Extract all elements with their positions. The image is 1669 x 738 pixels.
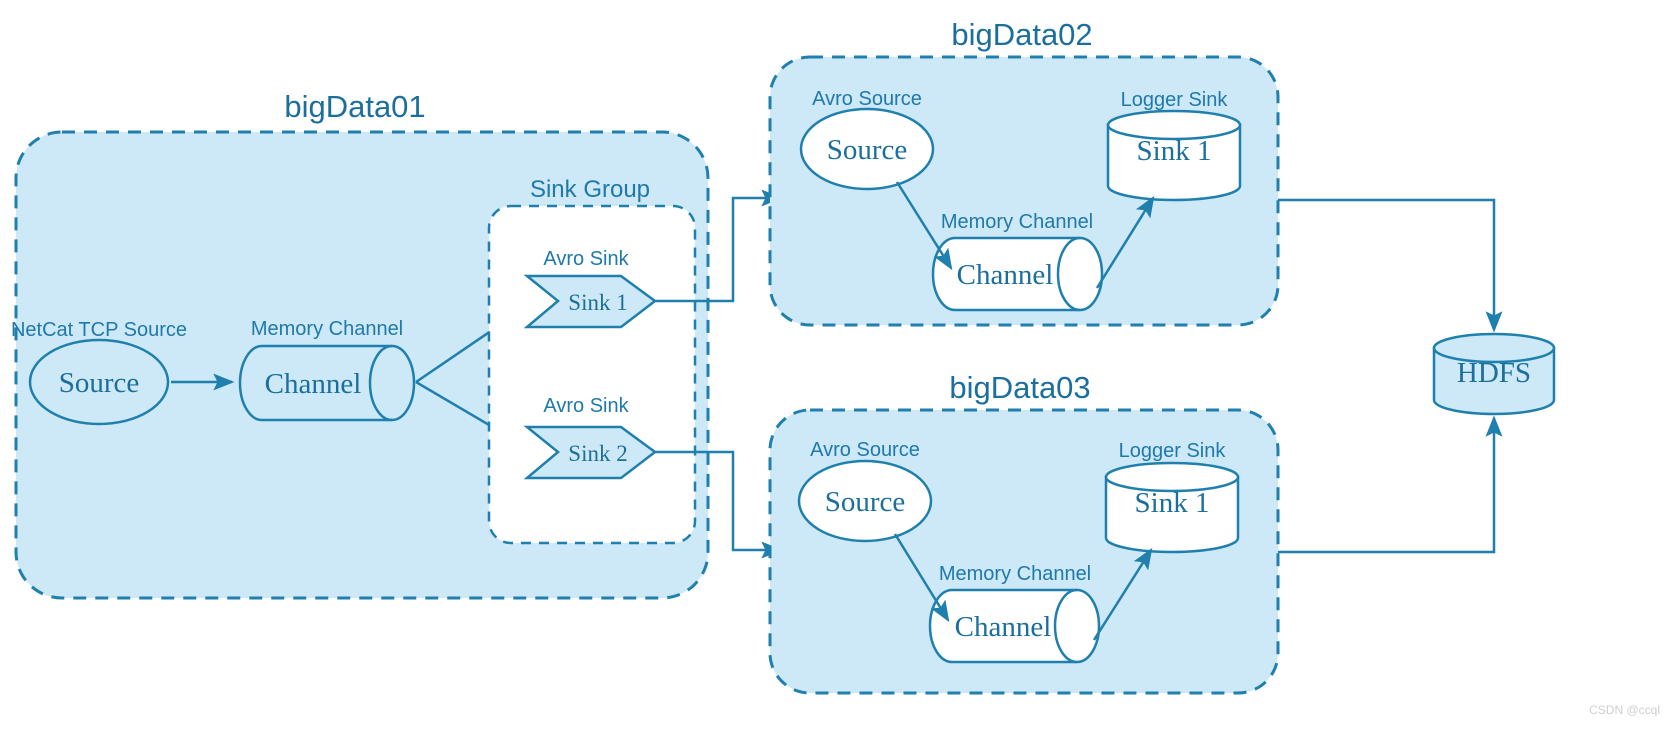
host1-channel-label: Channel bbox=[265, 368, 362, 400]
host3-source-label: Source bbox=[825, 486, 906, 518]
host2-channel-label: Channel bbox=[957, 259, 1054, 291]
host-bigdata02-group: bigData02 Avro Source Source Memory Chan… bbox=[768, 17, 1280, 327]
arrow-host3-to-hdfs bbox=[1278, 415, 1503, 554]
host-bigdata01-group: bigData01 NetCat TCP Source Source Memor… bbox=[11, 89, 710, 600]
host3-source-caption: Avro Source bbox=[810, 439, 920, 461]
host3-sink-label: Sink 1 bbox=[1135, 487, 1210, 519]
diagram-canvas: bigData01 NetCat TCP Source Source Memor… bbox=[0, 0, 1669, 738]
hdfs-label: HDFS bbox=[1457, 357, 1531, 389]
host2-channel-caption: Memory Channel bbox=[941, 211, 1093, 233]
host-bigdata02-title: bigData02 bbox=[951, 17, 1092, 52]
flume-topology-diagram: bigData01 NetCat TCP Source Source Memor… bbox=[11, 17, 1660, 717]
host2-sink-caption: Logger Sink bbox=[1121, 89, 1229, 111]
arrow-host2-to-hdfs bbox=[1278, 198, 1503, 333]
host-bigdata03-group: bigData03 Avro Source Source Memory Chan… bbox=[768, 370, 1280, 695]
host1-source-caption: NetCat TCP Source bbox=[11, 319, 187, 341]
host2-source-label: Source bbox=[827, 134, 908, 166]
watermark-text: CSDN @ccql bbox=[1589, 703, 1660, 717]
host1-sink1-label: Sink 1 bbox=[568, 290, 627, 315]
host1-source-label: Source bbox=[59, 367, 140, 399]
host-bigdata01-title: bigData01 bbox=[284, 89, 425, 124]
hdfs-storage-group: HDFS bbox=[1432, 332, 1556, 416]
host2-source-caption: Avro Source bbox=[812, 88, 922, 110]
host2-sink-label: Sink 1 bbox=[1137, 135, 1212, 167]
host1-sink1-caption: Avro Sink bbox=[543, 248, 629, 270]
host3-channel-label: Channel bbox=[955, 611, 1052, 643]
sink-group-caption: Sink Group bbox=[530, 176, 650, 203]
host3-sink-caption: Logger Sink bbox=[1119, 440, 1227, 462]
host1-channel-caption: Memory Channel bbox=[251, 318, 403, 340]
host3-channel-caption: Memory Channel bbox=[939, 563, 1091, 585]
host1-sink2-caption: Avro Sink bbox=[543, 395, 629, 417]
host1-sink2-label: Sink 2 bbox=[568, 441, 627, 466]
host-bigdata03-title: bigData03 bbox=[949, 370, 1090, 405]
